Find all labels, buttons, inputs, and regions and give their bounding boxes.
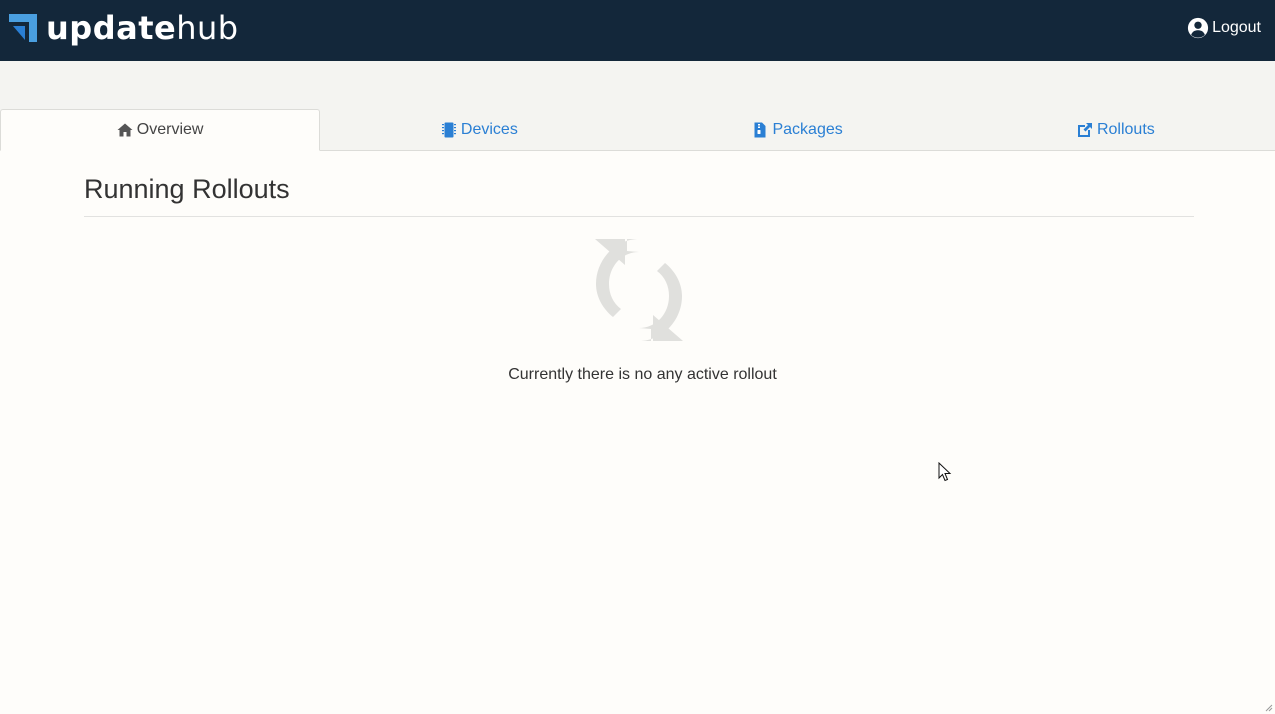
tab-overview[interactable]: Overview	[0, 109, 321, 151]
resize-grip-icon[interactable]	[1265, 704, 1273, 712]
mouse-cursor-icon	[938, 462, 952, 482]
home-icon	[117, 123, 133, 137]
external-link-icon	[1077, 123, 1092, 137]
brand-logo[interactable]: updatehub	[9, 8, 239, 48]
tab-packages[interactable]: Packages	[639, 109, 957, 151]
brand-name: updatehub	[46, 12, 239, 44]
microchip-icon	[441, 122, 456, 138]
logout-label: Logout	[1212, 19, 1261, 36]
top-navbar: updatehub Logout	[0, 0, 1275, 61]
tab-overview-label: Overview	[136, 121, 204, 138]
updatehub-logo-icon	[9, 14, 37, 42]
tab-devices-label: Devices	[460, 121, 518, 138]
brand-name-light: hub	[176, 9, 239, 47]
logout-button[interactable]: Logout	[1187, 17, 1261, 39]
file-archive-icon	[754, 122, 766, 138]
empty-state-message: Currently there is no any active rollout	[508, 366, 777, 383]
tab-packages-label: Packages	[772, 121, 843, 138]
page-title: Running Rollouts	[84, 170, 1194, 217]
brand-name-bold: update	[46, 9, 177, 47]
tab-devices[interactable]: Devices	[320, 109, 638, 151]
user-circle-icon	[1187, 17, 1209, 39]
tab-rollouts[interactable]: Rollouts	[957, 109, 1275, 151]
overview-content: Running Rollouts	[84, 170, 1194, 217]
main-tabs: Overview Devices Packages Rollouts	[0, 109, 1275, 151]
empty-state	[0, 238, 1275, 342]
tab-rollouts-label: Rollouts	[1096, 121, 1155, 138]
refresh-icon	[595, 239, 683, 341]
